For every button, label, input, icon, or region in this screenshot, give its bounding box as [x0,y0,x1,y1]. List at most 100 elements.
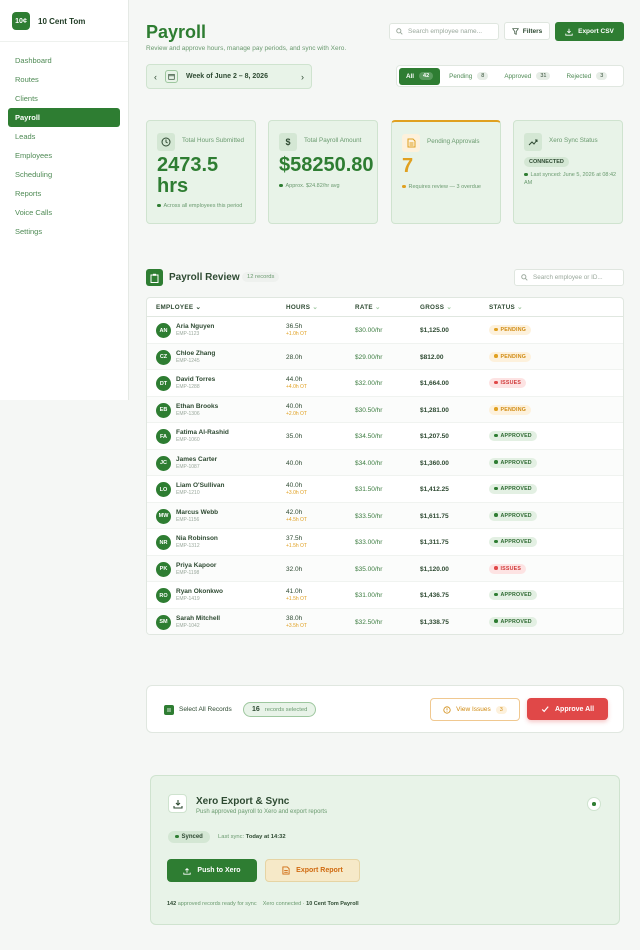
ready-count: 142 [167,901,177,907]
table-row[interactable]: LO Liam O'Sullivan EMP-1210 40.0h +3.0h OT $3… [147,476,623,503]
status-badge[interactable]: APPROVED [489,510,537,521]
tab-pending[interactable]: Pending 8 [442,68,495,85]
employee-name: Sarah Mitchell [176,614,221,622]
overtime-value: +4.5h OT [286,516,307,523]
table-row[interactable]: FA Fatima Al-Rashid EMP-1060 35.0h $34.50/hr… [147,423,623,450]
table-header: EMPLOYEE ⌄ HOURS ⌄ RATE ⌄ GROSS ⌄ STATUS… [147,298,623,317]
gross-value: $1,207.50 [420,433,449,440]
approve-all-label: Approve All [554,705,595,713]
total-hours-value: 2473.5 hrs [157,154,219,197]
overtime-value: +3.5h OT [286,622,307,629]
approve-all-button[interactable]: Approve All [527,698,608,720]
chevron-right-icon[interactable]: › [301,72,304,82]
sidebar-item-reports[interactable]: Reports [8,184,120,203]
hours-value: 41.0h [286,588,303,595]
column-rate[interactable]: RATE ⌄ [355,304,381,311]
pending-approvals-label: Pending Approvals [427,138,480,145]
select-all-checkbox[interactable] [164,705,174,715]
sidebar-item-employees[interactable]: Employees [8,146,120,165]
status-badge[interactable]: PENDING [489,404,532,415]
gross-value: $1,611.75 [420,512,449,520]
summary-cards: Total Hours Submitted 2473.5 hrs Across … [146,120,624,224]
column-employee[interactable]: EMPLOYEE ⌄ [156,304,201,311]
page-subtitle: Review and approve hours, manage pay per… [146,45,347,52]
xero-title: Xero Export & Sync [196,796,290,807]
export-csv-button[interactable]: Export CSV [555,22,624,41]
hours-value: 35.0h [286,433,303,440]
sort-icon: ⌄ [517,304,523,311]
tab-approved[interactable]: Approved 31 [497,68,557,85]
status-badge[interactable]: APPROVED [489,616,537,627]
pending-approvals-value: 7 [402,155,414,177]
table-row[interactable]: RO Ryan Okonkwo EMP-1419 41.0h +1.5h OT $31.0… [147,582,623,609]
export-report-button[interactable]: Export Report [265,859,360,882]
export-report-label: Export Report [296,867,343,874]
table-row[interactable]: EB Ethan Brooks EMP-1306 40.0h +2.0h OT $30.5… [147,396,623,423]
status-badge[interactable]: PENDING [489,325,532,335]
tab-all[interactable]: All 42 [399,67,441,85]
search-input[interactable]: Search employee name... [389,23,499,40]
table-row[interactable]: NR Nia Robinson EMP-1312 37.5h +1.5h OT $33.0… [147,529,623,556]
column-gross[interactable]: GROSS ⌄ [420,304,452,311]
calendar-icon [165,70,178,83]
column-hours[interactable]: HOURS ⌄ [286,304,318,311]
status-badge[interactable]: APPROVED [489,484,537,494]
overtime-value: +4.0h OT [286,384,307,390]
sidebar-item-routes[interactable]: Routes [8,70,120,89]
gross-value: $1,120.00 [420,565,449,573]
tab-count-badge: 31 [536,72,551,80]
sidebar-item-clients[interactable]: Clients [8,89,120,108]
status-badge[interactable]: PENDING [489,351,532,362]
check-icon [541,706,549,713]
tab-rejected[interactable]: Rejected 3 [559,68,614,85]
sidebar-item-voice-calls[interactable]: Voice Calls [8,203,120,222]
employee-id: EMP-1198 [176,569,200,576]
view-issues-button[interactable]: View Issues 3 [430,698,520,721]
chevron-left-icon[interactable]: ‹ [154,72,157,82]
status-dot [157,203,161,208]
warning-dot [402,184,406,189]
table-row[interactable]: AN Aria Nguyen EMP-1123 36.5h +1.0h OT $30.00… [147,317,623,344]
filters-button[interactable]: Filters [504,22,550,40]
avatar: SM [156,614,171,630]
view-issues-label: View Issues [456,706,491,713]
table-row[interactable]: JC James Carter EMP-1087 40.0h $34.00/hr $1,3… [147,449,623,476]
table-row[interactable]: PK Priya Kapoor EMP-1198 32.0h $35.00/hr $1,1… [147,555,623,582]
sort-icon: ⌄ [446,304,452,311]
table-row[interactable]: CZ Chloe Zhang EMP-1245 28.0h $29.00/hr $812.… [147,343,623,370]
status-dot [494,407,498,411]
total-hours-label: Total Hours Submitted [182,137,244,144]
overtime-value: +1.5h OT [286,543,307,549]
status-badge[interactable]: APPROVED [489,537,537,547]
employee-id: EMP-1087 [176,463,200,470]
push-to-xero-button[interactable]: Push to Xero [167,859,257,882]
sidebar-item-scheduling[interactable]: Scheduling [8,165,120,184]
status-badge[interactable]: APPROVED [489,590,537,600]
table-row[interactable]: MW Marcus Webb EMP-1156 42.0h +4.5h OT $33.50… [147,502,623,529]
sidebar-item-dashboard[interactable]: Dashboard [8,51,120,70]
search-placeholder: Search employee name... [408,28,483,35]
table-row[interactable]: SM Sarah Mitchell EMP-1042 38.0h +3.5h OT $32… [147,608,623,634]
status-badge[interactable]: APPROVED [489,457,537,468]
clipboard-icon [146,269,163,286]
status-badge[interactable]: APPROVED [489,431,537,441]
status-badge[interactable]: ISSUES [489,378,527,388]
gross-value: $1,360.00 [420,459,449,467]
table-row[interactable]: DT David Torres EMP-1288 44.0h +4.0h OT $32.0… [147,370,623,397]
column-status[interactable]: STATUS ⌄ [489,304,523,311]
sidebar-item-leads[interactable]: Leads [8,127,120,146]
employee-search-input[interactable]: Search employee or ID... [514,269,624,286]
sidebar: 10¢ 10 Cent Tom Dashboard Routes Clients Pa… [0,0,129,400]
status-dot [494,354,498,358]
gross-value: $812.00 [420,353,444,361]
employee-name: Marcus Webb [176,508,219,516]
employee-name: Ryan Okonkwo [176,588,223,595]
sidebar-item-settings[interactable]: Settings [8,222,120,241]
brand[interactable]: 10¢ 10 Cent Tom [0,0,128,42]
sort-icon: ⌄ [374,304,381,311]
sidebar-item-payroll[interactable]: Payroll [8,108,120,127]
avatar: RO [156,588,171,603]
document-icon [282,866,290,875]
status-badge[interactable]: ISSUES [489,563,527,574]
export-csv-label: Export CSV [578,28,614,35]
